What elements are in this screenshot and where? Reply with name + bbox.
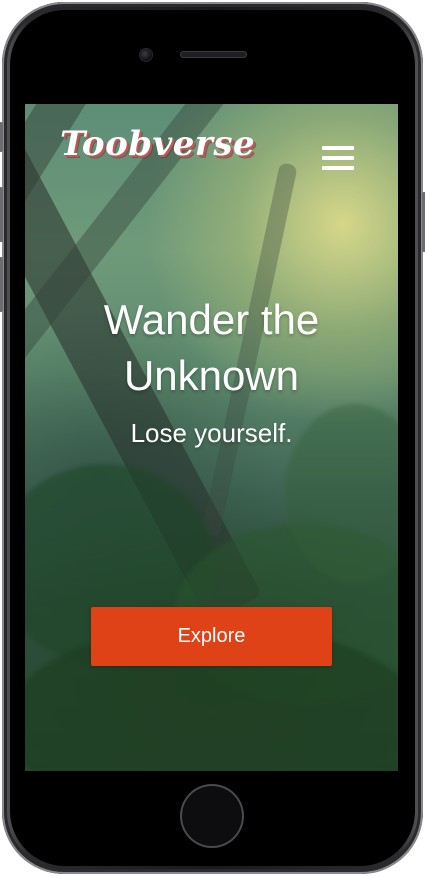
hero-title: Wander the Unknown	[103, 296, 320, 399]
volume-down-button	[0, 257, 3, 312]
menu-bar	[322, 156, 354, 160]
earpiece-speaker	[180, 51, 247, 58]
volume-up-button	[0, 187, 3, 242]
hamburger-menu-icon[interactable]	[322, 146, 354, 174]
explore-button[interactable]: Explore	[91, 607, 332, 666]
hero-subtitle: Lose yourself.	[130, 418, 293, 448]
home-button[interactable]	[180, 784, 244, 848]
menu-bar	[322, 166, 354, 170]
mute-switch	[0, 122, 3, 152]
app-screen: Toobverse Wander the Unknown Lose yourse…	[25, 104, 398, 771]
brand-logo[interactable]: Toobverse	[60, 124, 255, 164]
front-camera-icon	[140, 49, 152, 61]
menu-bar	[322, 146, 354, 150]
